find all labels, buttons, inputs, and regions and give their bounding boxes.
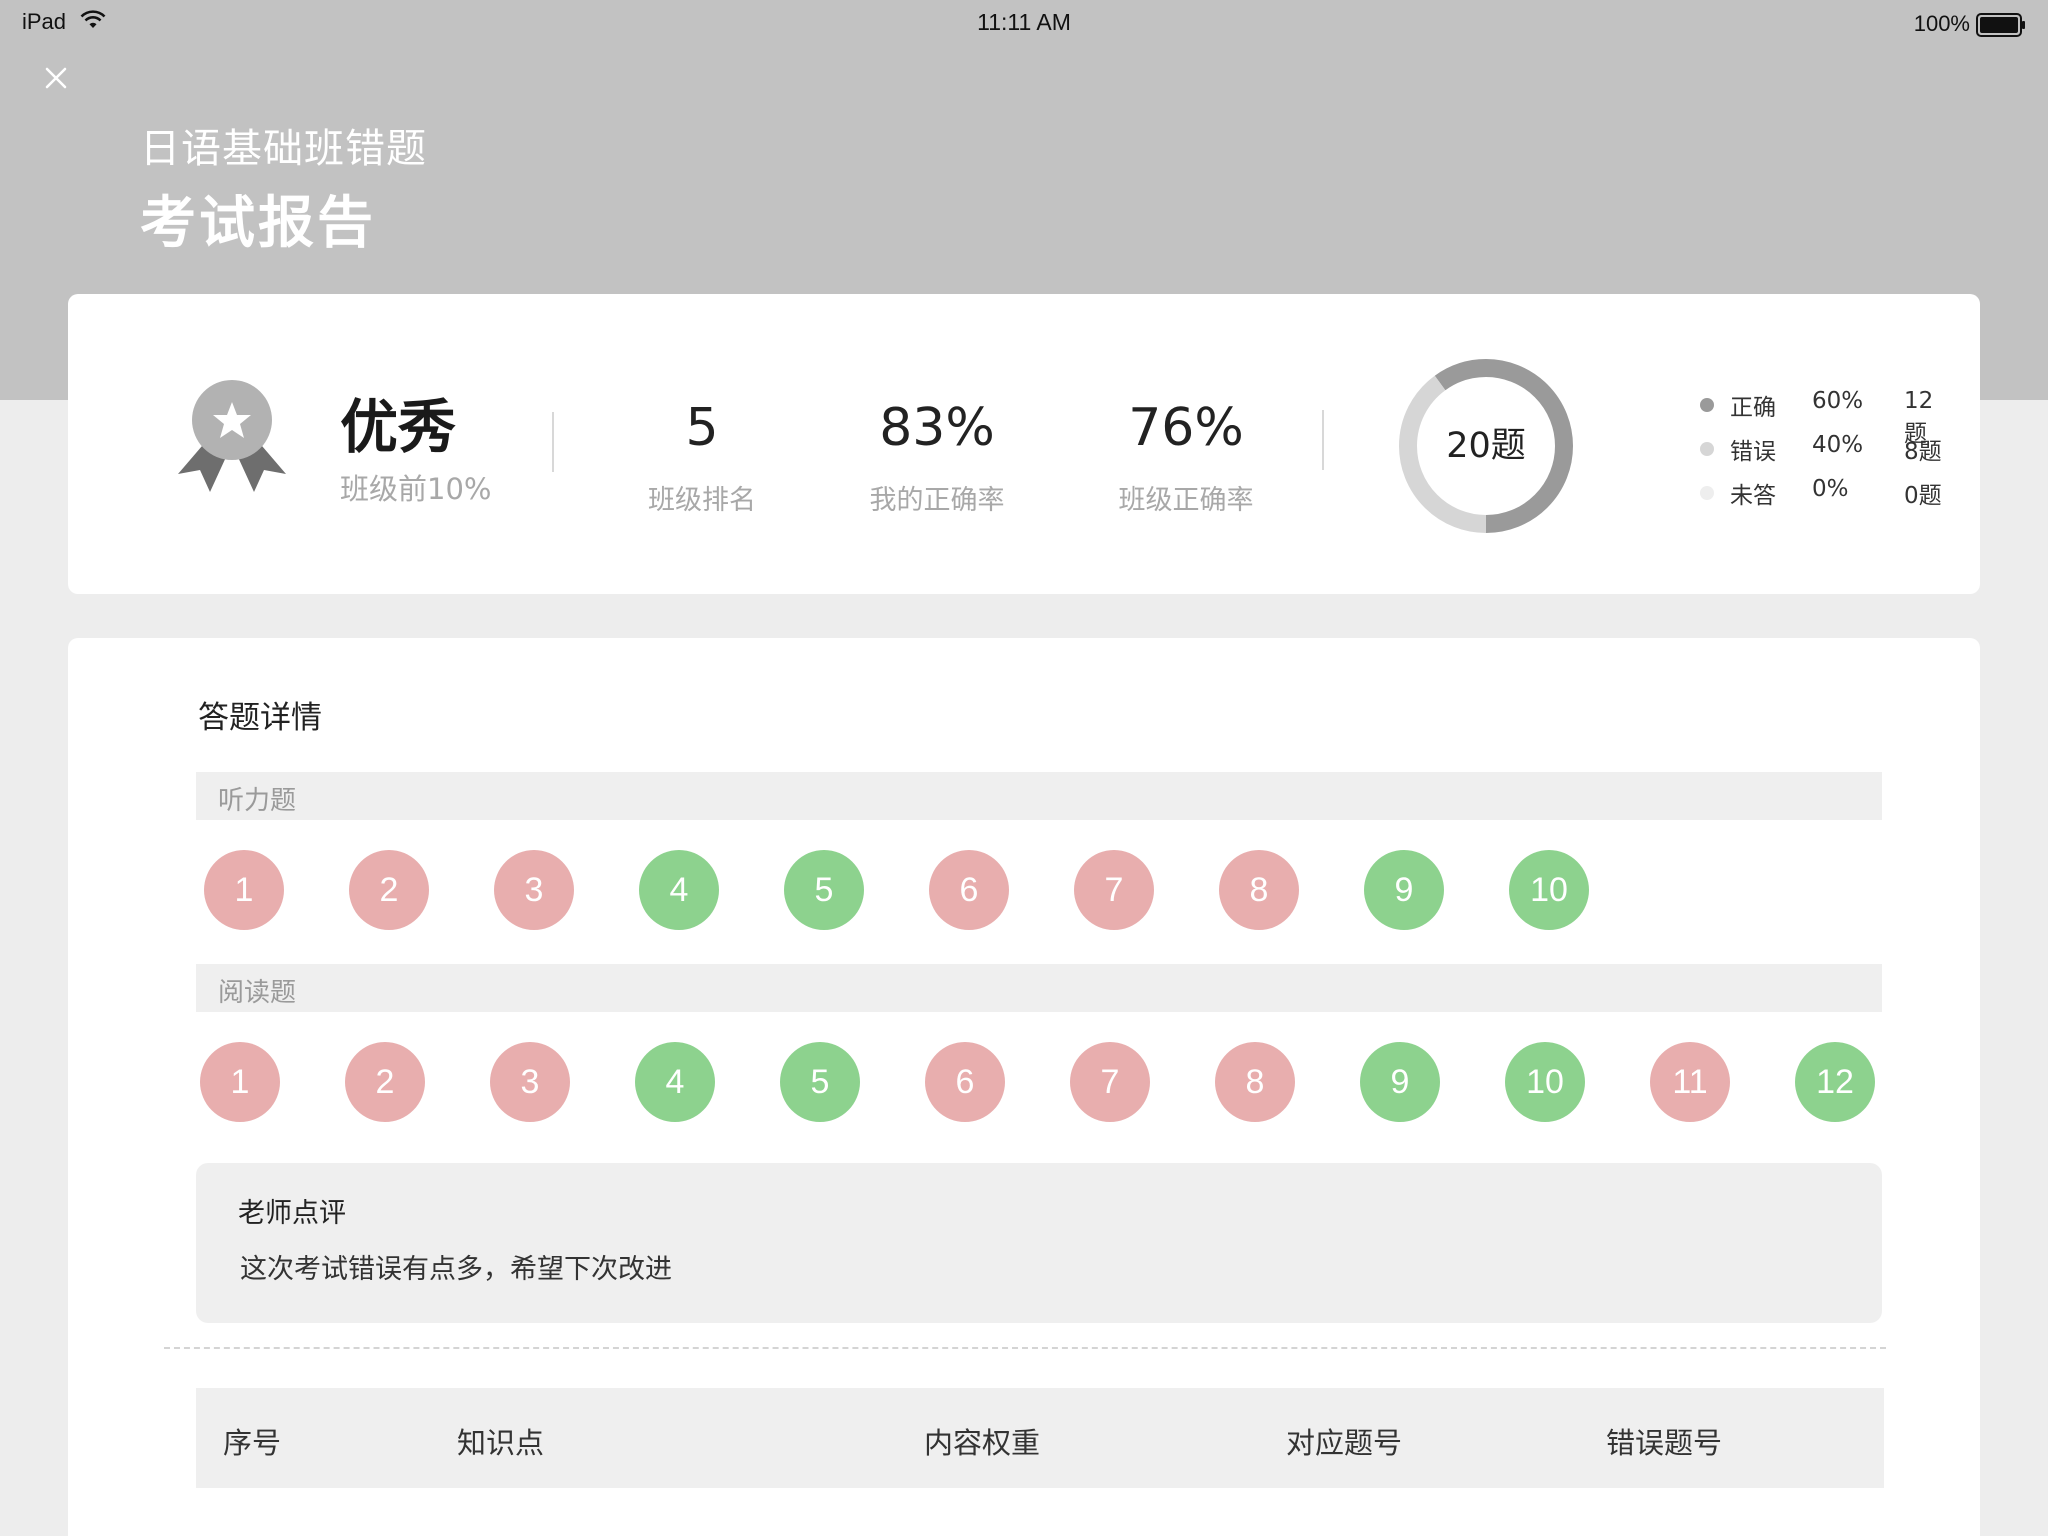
total-questions: 20题 xyxy=(1446,426,1526,466)
knowledge-table-header: 序号 知识点 内容权重 对应题号 错误题号 xyxy=(196,1388,1884,1488)
legend-count: 0题 xyxy=(1904,483,1942,509)
question-wrong-button[interactable]: 3 xyxy=(490,1042,570,1122)
question-correct-button[interactable]: 5 xyxy=(784,850,864,930)
question-wrong-button[interactable]: 1 xyxy=(204,850,284,930)
question-correct-button[interactable]: 9 xyxy=(1364,850,1444,930)
clock: 11:11 AM xyxy=(977,9,1071,35)
question-wrong-button[interactable]: 6 xyxy=(925,1042,1005,1122)
stat-value: 83% xyxy=(879,398,995,458)
course-title: 日语基础班错题 xyxy=(140,126,427,172)
table-column-header: 序号 xyxy=(223,1426,282,1460)
legend-dot xyxy=(1700,486,1714,500)
legend-name: 错误 xyxy=(1730,439,1776,465)
comment-text: 这次考试错误有点多，希望下次改进 xyxy=(240,1254,672,1285)
grade-label: 优秀 xyxy=(340,393,457,461)
stat-value: 5 xyxy=(685,398,719,458)
legend-pct: 0% xyxy=(1812,476,1849,502)
question-wrong-button[interactable]: 7 xyxy=(1070,1042,1150,1122)
legend-pct: 60% xyxy=(1812,388,1864,414)
stat-class-rank: 5 班级排名 xyxy=(572,392,832,517)
legend-pct: 40% xyxy=(1812,432,1864,458)
question-wrong-button[interactable]: 3 xyxy=(494,850,574,930)
divider xyxy=(552,412,554,472)
question-correct-button[interactable]: 5 xyxy=(780,1042,860,1122)
teacher-comment: 老师点评 这次考试错误有点多，希望下次改进 xyxy=(196,1163,1882,1323)
stat-label: 我的正确率 xyxy=(869,485,1005,516)
question-wrong-button[interactable]: 11 xyxy=(1650,1042,1730,1122)
legend-item: 未答 0% 0题 xyxy=(1696,474,1956,518)
question-correct-button[interactable]: 9 xyxy=(1360,1042,1440,1122)
section-title: 答题详情 xyxy=(198,700,322,736)
comment-title: 老师点评 xyxy=(238,1198,346,1229)
table-column-header: 知识点 xyxy=(457,1426,545,1460)
stat-class-accuracy: 76% 班级正确率 xyxy=(1056,392,1316,517)
question-correct-button[interactable]: 10 xyxy=(1505,1042,1585,1122)
battery-percent: 100% xyxy=(1913,11,1970,36)
legend-item: 正确 60% 12题 xyxy=(1696,386,1956,447)
divider xyxy=(1322,410,1324,470)
legend-dot xyxy=(1700,398,1714,412)
legend-item: 错误 40% 8题 xyxy=(1696,430,1956,474)
table-column-header: 对应题号 xyxy=(1286,1426,1403,1460)
question-wrong-button[interactable]: 8 xyxy=(1215,1042,1295,1122)
stat-label: 班级排名 xyxy=(648,485,756,516)
medal-icon xyxy=(178,380,286,492)
question-wrong-button[interactable]: 7 xyxy=(1074,850,1154,930)
question-correct-button[interactable]: 10 xyxy=(1509,850,1589,930)
question-wrong-button[interactable]: 2 xyxy=(345,1042,425,1122)
question-wrong-button[interactable]: 1 xyxy=(200,1042,280,1122)
status-bar: iPad 11:11 AM 100% xyxy=(0,0,2048,46)
question-correct-button[interactable]: 4 xyxy=(635,1042,715,1122)
grade-rank-note: 班级前10% xyxy=(340,472,492,506)
table-column-header: 内容权重 xyxy=(924,1426,1041,1460)
answer-detail-card: 答题详情 听力题 1 2 3 4 5 6 7 8 9 10 阅读题 1 2 3 4 5 6 7 8 9 10 11 12 老师… xyxy=(68,638,1980,1536)
dashed-divider xyxy=(164,1347,1886,1349)
question-wrong-button[interactable]: 8 xyxy=(1219,850,1299,930)
question-group-header: 听力题 xyxy=(196,772,1882,820)
stat-my-accuracy: 83% 我的正确率 xyxy=(807,392,1067,517)
summary-card: 优秀 班级前10% 5 班级排名 83% 我的正确率 76% 班级正确率 20题… xyxy=(68,294,1980,594)
stat-label: 班级正确率 xyxy=(1118,485,1254,516)
page-title: 考试报告 xyxy=(140,191,376,256)
answer-legend: 正确 60% 12题 错误 40% 8题 未答 0% 0题 xyxy=(1696,386,1956,518)
battery-icon xyxy=(1976,13,2025,37)
close-icon[interactable] xyxy=(40,62,72,94)
legend-dot xyxy=(1700,442,1714,456)
legend-name: 正确 xyxy=(1730,395,1776,421)
legend-count: 8题 xyxy=(1904,439,1942,465)
question-wrong-button[interactable]: 6 xyxy=(929,850,1009,930)
question-group-header: 阅读题 xyxy=(196,964,1882,1012)
stat-value: 76% xyxy=(1128,398,1244,458)
exam-report-page: iPad 11:11 AM 100% 日语基础班错题 考试报告 优秀 班级前10… xyxy=(0,0,2048,1536)
question-wrong-button[interactable]: 2 xyxy=(349,850,429,930)
legend-name: 未答 xyxy=(1730,483,1776,509)
question-correct-button[interactable]: 12 xyxy=(1795,1042,1875,1122)
question-correct-button[interactable]: 4 xyxy=(639,850,719,930)
table-column-header: 错误题号 xyxy=(1606,1426,1723,1460)
